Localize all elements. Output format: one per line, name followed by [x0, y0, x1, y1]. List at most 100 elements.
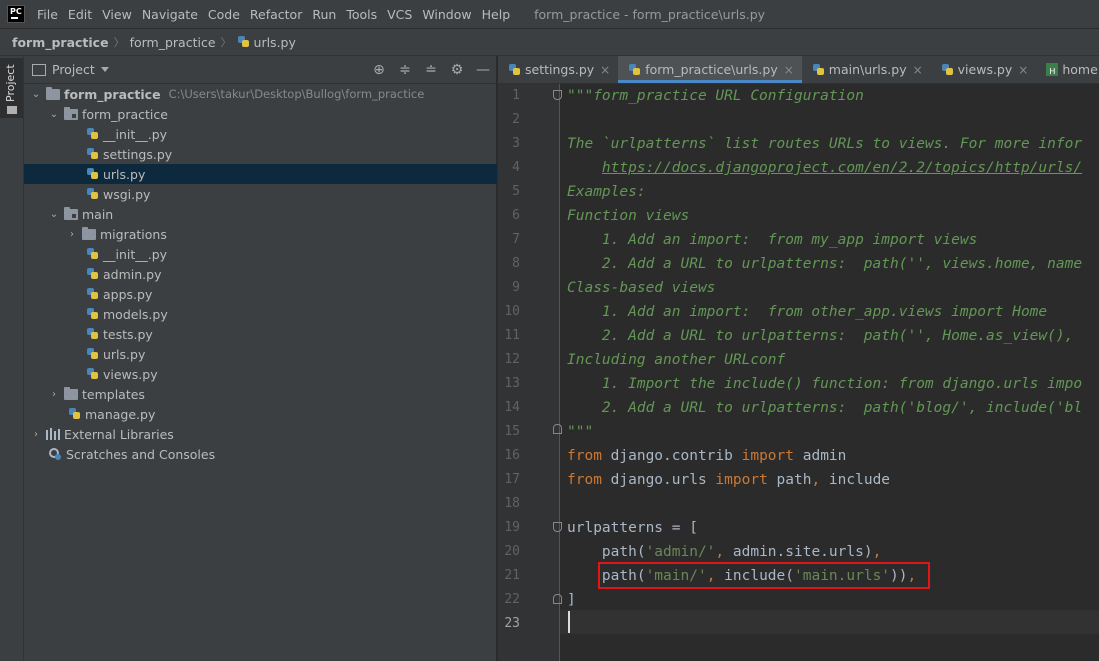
chevron-right-icon[interactable]: › [30, 428, 42, 440]
code-line-11: 2. Add a URL to urlpatterns: path('', Ho… [567, 328, 1083, 344]
chevron-down-icon[interactable]: ⌄ [48, 108, 60, 120]
code-line-16: from django.contrib import admin [567, 448, 847, 464]
code-line-10: 1. Add an import: from other_app.views i… [567, 304, 1048, 320]
line-number: 2 [512, 112, 520, 127]
tree-item-file-selected[interactable]: urls.py [24, 164, 497, 184]
tab-form-practice-urls-py[interactable]: form_practice\urls.py × [618, 56, 802, 83]
tree-item-migrations[interactable]: › migrations [24, 224, 497, 244]
close-icon[interactable]: × [1018, 63, 1028, 77]
python-file-icon [86, 187, 100, 201]
line-number: 13 [504, 376, 520, 391]
project-panel-title[interactable]: Project [52, 62, 95, 77]
docs-link[interactable]: https://docs.djangoproject.com/en/2.2/to… [602, 160, 1082, 176]
menu-edit[interactable]: Edit [68, 7, 92, 22]
code-line-8: 2. Add a URL to urlpatterns: path('', vi… [567, 256, 1083, 272]
gear-icon[interactable]: ⚙ [444, 62, 470, 78]
fold-marker-icon[interactable] [553, 594, 562, 604]
fold-marker-icon[interactable] [553, 90, 562, 100]
code-line-3: The `urlpatterns` list routes URLs to vi… [567, 136, 1083, 152]
chevron-down-icon[interactable]: ⌄ [30, 88, 42, 100]
menu-refactor[interactable]: Refactor [250, 7, 302, 22]
project-path: C:\Users\takur\Desktop\Bullog\form_pract… [168, 87, 425, 101]
python-file-icon [68, 407, 82, 421]
line-number-gutter: 1 2 3 4 5 6 7 8 9 10 11 12 13 14 15 16 1… [498, 84, 562, 661]
python-file-icon [508, 63, 522, 77]
tree-item-file[interactable]: settings.py [24, 144, 497, 164]
menu-view[interactable]: View [102, 7, 132, 22]
html-file-icon: H [1046, 63, 1059, 76]
chevron-down-icon[interactable]: ⌄ [48, 208, 60, 220]
menu-navigate[interactable]: Navigate [142, 7, 198, 22]
tree-item-root[interactable]: ⌄ form_practice C:\Users\takur\Desktop\B… [24, 84, 497, 104]
menu-vcs[interactable]: VCS [387, 7, 412, 22]
tree-item-file[interactable]: tests.py [24, 324, 497, 344]
chevron-right-icon[interactable]: › [66, 228, 78, 240]
tree-item-scratches[interactable]: Scratches and Consoles [24, 444, 497, 464]
fold-marker-icon[interactable] [553, 522, 562, 532]
tree-item-templates[interactable]: › templates [24, 384, 497, 404]
project-tool-button[interactable]: Project [0, 58, 23, 118]
chevron-right-icon[interactable]: › [48, 388, 60, 400]
line-number: 9 [512, 280, 520, 295]
code-line-12: Including another URLconf [567, 352, 786, 368]
python-file-icon [237, 35, 251, 49]
line-number: 10 [504, 304, 520, 319]
python-file-icon [812, 63, 826, 77]
package-folder-icon [64, 106, 78, 120]
close-icon[interactable]: × [600, 63, 610, 77]
hide-panel-icon[interactable]: — [470, 62, 496, 78]
line-number: 5 [512, 184, 520, 199]
breadcrumb-folder[interactable]: form_practice [130, 35, 216, 50]
tree-item-external-libraries[interactable]: › External Libraries [24, 424, 497, 444]
tree-item-form-practice-package[interactable]: ⌄ form_practice [24, 104, 497, 124]
tree-item-file[interactable]: urls.py [24, 344, 497, 364]
menu-tools[interactable]: Tools [346, 7, 377, 22]
python-file-icon [86, 167, 100, 181]
line-number: 1 [512, 88, 520, 103]
tab-views-py[interactable]: views.py × [931, 56, 1037, 83]
tree-item-file[interactable]: admin.py [24, 264, 497, 284]
expand-all-icon[interactable]: ≑ [392, 62, 418, 78]
tree-item-file[interactable]: apps.py [24, 284, 497, 304]
python-file-icon [86, 247, 100, 261]
tree-item-file[interactable]: models.py [24, 304, 497, 324]
line-number: 4 [512, 160, 520, 175]
locate-file-icon[interactable]: ⊕ [366, 62, 392, 78]
code-line-9: Class-based views [567, 280, 716, 296]
code-line-15: """ [567, 424, 594, 440]
tree-item-file[interactable]: manage.py [24, 404, 497, 424]
fold-marker-icon[interactable] [553, 424, 562, 434]
python-file-icon [86, 307, 100, 321]
tree-item-file[interactable]: wsgi.py [24, 184, 497, 204]
tree-item-file[interactable]: __init__.py [24, 124, 497, 144]
line-number: 17 [504, 472, 520, 487]
tab-home-html[interactable]: H home.html [1036, 56, 1099, 83]
breadcrumb-file[interactable]: urls.py [254, 35, 296, 50]
close-icon[interactable]: × [784, 63, 794, 77]
collapse-all-icon[interactable]: ≐ [418, 62, 444, 78]
line-number: 6 [512, 208, 520, 223]
menu-run[interactable]: Run [312, 7, 336, 22]
tree-item-main-package[interactable]: ⌄ main [24, 204, 497, 224]
menu-code[interactable]: Code [208, 7, 240, 22]
line-number: 12 [504, 352, 520, 367]
library-icon [46, 428, 60, 440]
tree-item-file[interactable]: views.py [24, 364, 497, 384]
breadcrumb-project[interactable]: form_practice [12, 35, 109, 50]
line-number: 19 [504, 520, 520, 535]
menu-file[interactable]: File [37, 7, 58, 22]
tree-item-file[interactable]: __init__.py [24, 244, 497, 264]
panel-actions: ⊕ ≑ ≐ ⚙ — [366, 56, 496, 84]
chevron-down-icon[interactable] [100, 67, 109, 72]
code-line-7: 1. Add an import: from my_app import vie… [567, 232, 978, 248]
python-file-icon [86, 347, 100, 361]
pycharm-logo-icon: PC [7, 5, 25, 23]
line-number: 18 [504, 496, 520, 511]
menu-help[interactable]: Help [482, 7, 511, 22]
menu-window[interactable]: Window [422, 7, 471, 22]
close-icon[interactable]: × [913, 63, 923, 77]
line-number: 14 [504, 400, 520, 415]
tab-main-urls-py[interactable]: main\urls.py × [802, 56, 931, 83]
tab-settings-py[interactable]: settings.py × [498, 56, 618, 83]
window-title: form_practice - form_practice\urls.py [534, 6, 766, 22]
